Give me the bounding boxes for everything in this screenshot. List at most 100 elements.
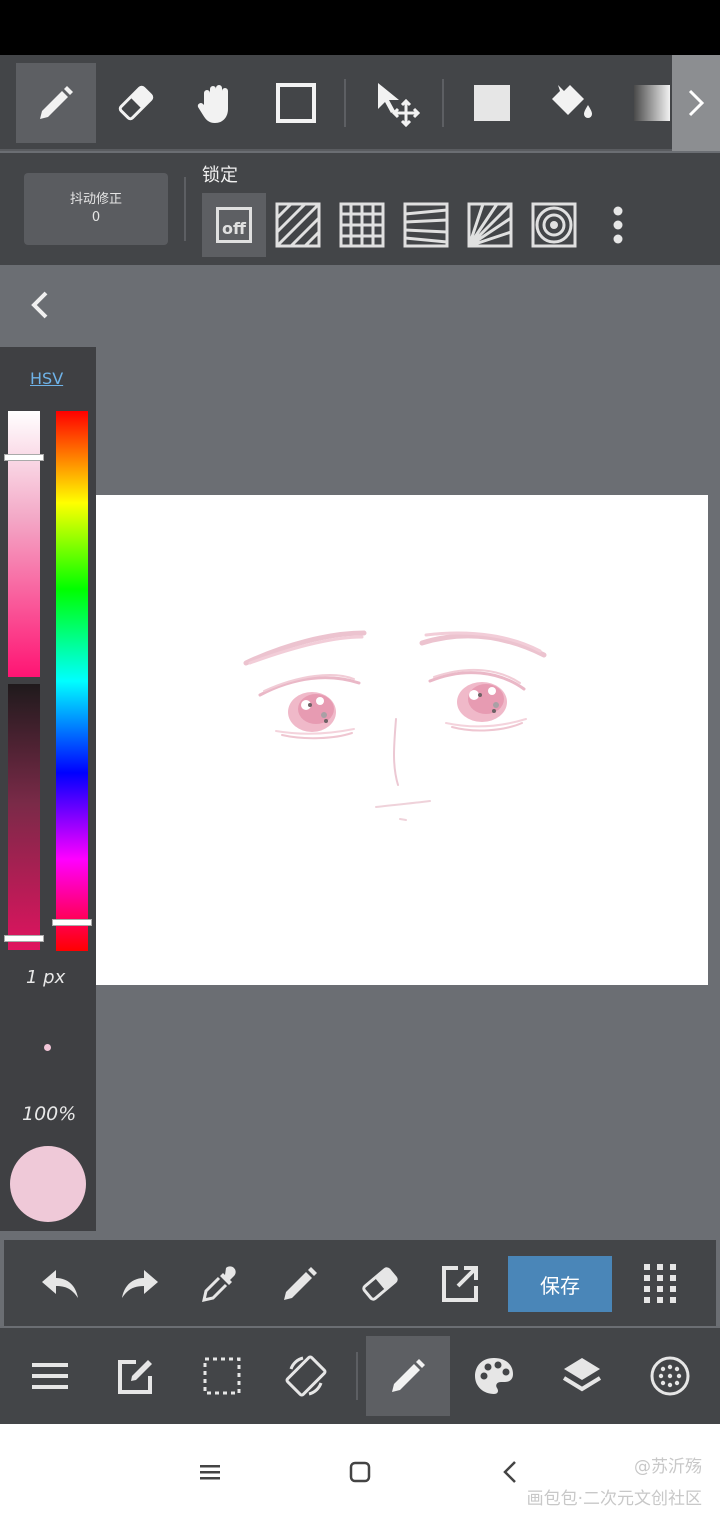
brush-opacity-value[interactable]: 100% — [22, 1103, 76, 1125]
move-tool-button[interactable] — [356, 63, 436, 143]
rectangle-icon — [276, 83, 316, 123]
edit-menu-button[interactable] — [94, 1336, 178, 1416]
brush-size-value[interactable]: 1 px — [26, 967, 65, 988]
color-menu-button[interactable] — [452, 1336, 536, 1416]
saturation-slider[interactable] — [4, 411, 44, 677]
hue-slider[interactable] — [52, 411, 92, 951]
chevron-left-icon — [31, 291, 48, 319]
watermark-site: 画包包·二次元文创社区 — [526, 1489, 702, 1509]
toolbar-separator — [442, 79, 444, 127]
eraser-icon — [118, 85, 154, 121]
eraser-shortcut-button[interactable] — [352, 1256, 408, 1312]
hue-slider-handle[interactable] — [52, 919, 92, 926]
layers-icon — [562, 1358, 602, 1392]
hand-tool-button[interactable] — [176, 63, 256, 143]
toolbar-more-button[interactable] — [672, 55, 720, 151]
current-color-swatch[interactable] — [10, 1146, 86, 1222]
bottom-nav — [0, 1328, 720, 1424]
eraser-tool-button[interactable] — [96, 63, 176, 143]
pen-icon — [392, 1359, 425, 1392]
external-link-icon — [442, 1266, 478, 1302]
ruler-bar: 抖动修正 0 锁定 off — [0, 153, 720, 265]
redo-icon — [122, 1270, 158, 1298]
bucket-tool-button[interactable] — [532, 63, 612, 143]
fill-square-tool-button[interactable] — [452, 63, 532, 143]
radial-lines-icon — [467, 202, 513, 248]
edit-icon — [118, 1360, 152, 1394]
eraser-icon — [362, 1267, 398, 1301]
drawing-canvas[interactable] — [54, 495, 708, 985]
panel-back-button[interactable] — [20, 285, 60, 325]
vertical-dots-icon — [613, 206, 623, 244]
fill-square-icon — [474, 85, 510, 121]
toolbar-separator — [344, 79, 346, 127]
pen-icon — [284, 1267, 317, 1300]
palette-icon — [475, 1358, 513, 1394]
pen-tool-button[interactable] — [16, 63, 96, 143]
top-toolbar — [0, 55, 720, 151]
layers-menu-button[interactable] — [540, 1336, 624, 1416]
rotate-menu-button[interactable] — [264, 1336, 348, 1416]
system-menu-button[interactable] — [186, 1452, 234, 1492]
action-bar: 保存 — [4, 1240, 716, 1326]
undo-icon — [42, 1270, 78, 1298]
system-menu-icon — [200, 1465, 220, 1480]
pen-shortcut-button[interactable] — [272, 1256, 328, 1312]
stabilizer-value: 0 — [91, 210, 101, 225]
hsv-mode-link[interactable]: HSV — [30, 369, 63, 388]
undo-button[interactable] — [32, 1256, 88, 1312]
system-home-icon — [349, 1461, 371, 1483]
system-home-button[interactable] — [336, 1452, 384, 1492]
grid-icon — [339, 202, 385, 248]
hand-icon — [197, 85, 228, 123]
material-menu-button[interactable] — [628, 1336, 712, 1416]
eyedropper-button[interactable] — [192, 1256, 248, 1312]
hamburger-menu-icon — [32, 1363, 68, 1389]
ruler-parallel-button[interactable] — [266, 193, 330, 257]
ruler-off-icon: off — [216, 207, 252, 243]
ruler-separator — [184, 177, 186, 241]
gradient-icon — [634, 85, 670, 121]
parallel-lines-icon — [275, 202, 321, 248]
stabilizer-label: 抖动修正 — [69, 192, 122, 207]
ruler-off-label: off — [222, 219, 246, 238]
save-button[interactable]: 保存 — [508, 1256, 612, 1312]
ruler-concentric-button[interactable] — [522, 193, 586, 257]
status-bar — [0, 0, 720, 55]
brush-menu-button[interactable] — [366, 1336, 450, 1416]
ruler-perspective-button[interactable] — [394, 193, 458, 257]
ruler-more-button[interactable] — [586, 193, 650, 257]
share-button[interactable] — [432, 1256, 488, 1312]
bucket-icon — [552, 85, 592, 118]
stabilizer-button[interactable]: 抖动修正 0 — [24, 173, 168, 245]
quick-menu-button[interactable] — [632, 1256, 688, 1312]
rotate-icon — [285, 1355, 327, 1397]
system-nav-bar: @苏沂殇 画包包·二次元文创社区 — [0, 1424, 720, 1520]
selection-icon — [203, 1357, 241, 1395]
ruler-radial-button[interactable] — [458, 193, 522, 257]
pen-icon — [40, 86, 73, 119]
nav-separator — [356, 1352, 358, 1400]
value-slider[interactable] — [4, 684, 44, 950]
system-back-icon — [503, 1461, 516, 1483]
sketch-drawing — [243, 630, 547, 821]
grid-dots-icon — [644, 1264, 676, 1303]
value-slider-handle[interactable] — [4, 935, 44, 942]
concentric-circles-icon — [531, 202, 577, 248]
redo-button[interactable] — [112, 1256, 168, 1312]
selection-menu-button[interactable] — [180, 1336, 264, 1416]
brush-preview-dot — [44, 1044, 51, 1051]
watermark-author: @苏沂殇 — [634, 1457, 702, 1477]
rectangle-tool-button[interactable] — [256, 63, 336, 143]
ruler-off-button[interactable]: off — [202, 193, 266, 257]
lock-label: 锁定 — [202, 165, 238, 186]
saturation-slider-handle[interactable] — [4, 454, 44, 461]
eyedropper-icon — [202, 1266, 236, 1302]
material-dots-icon — [650, 1356, 690, 1396]
color-panel: HSV 1 px 100% — [0, 347, 96, 1231]
move-icon — [378, 83, 420, 127]
chevron-right-icon — [688, 89, 705, 117]
main-menu-button[interactable] — [8, 1336, 92, 1416]
ruler-grid-button[interactable] — [330, 193, 394, 257]
perspective-lines-icon — [403, 202, 449, 248]
